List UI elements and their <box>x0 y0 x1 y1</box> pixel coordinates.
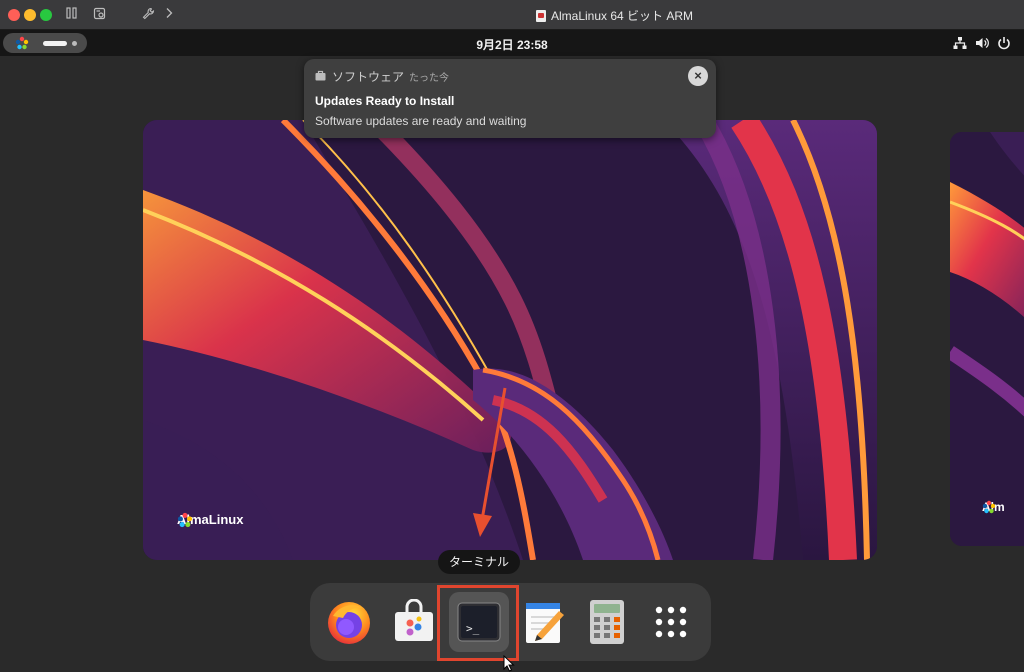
almalinux-logo-icon <box>177 512 193 528</box>
almalinux-wordmark: AlmaLinux <box>177 512 243 528</box>
clock[interactable]: 9月2日 23:58 <box>0 36 1024 53</box>
wallpaper-next <box>950 132 1024 546</box>
wallpaper <box>143 120 877 560</box>
power-icon[interactable] <box>997 36 1011 50</box>
calculator-icon <box>590 600 624 644</box>
snapshot-icon[interactable] <box>93 7 106 24</box>
dash-item-software[interactable] <box>384 592 444 652</box>
dash-item-text-editor[interactable] <box>514 592 574 652</box>
almalinux-logo-icon <box>982 500 996 514</box>
document-icon <box>536 9 546 22</box>
window-title-text: AlmaLinux 64 ビット ARM <box>551 9 694 23</box>
notification-title: Updates Ready to Install <box>315 94 455 108</box>
software-store-icon <box>395 599 433 641</box>
text-editor-icon <box>526 603 564 643</box>
annotation-arrow-icon <box>473 387 507 537</box>
notification-time: たった今 <box>409 73 449 84</box>
volume-icon[interactable] <box>975 36 989 50</box>
notification-close-button[interactable]: × <box>688 66 708 86</box>
dash-item-firefox[interactable] <box>319 592 379 652</box>
zoom-window-button[interactable] <box>40 9 52 21</box>
almalinux-wordmark-next: Alm <box>982 500 1005 514</box>
dash-tooltip: ターミナル <box>438 550 521 574</box>
notification-app-name: ソフトウェア <box>332 70 405 84</box>
app-grid-icon <box>655 606 687 638</box>
window-title: AlmaLinux 64 ビット ARM <box>536 7 693 24</box>
software-bag-icon <box>315 70 326 81</box>
workspace-thumbnail-next[interactable]: Alm <box>950 132 1024 546</box>
mouse-cursor-icon <box>503 655 515 672</box>
close-window-button[interactable] <box>8 9 20 21</box>
vm-window-titlebar: AlmaLinux 64 ビット ARM <box>0 0 1024 30</box>
wrench-icon[interactable] <box>142 7 155 24</box>
annotation-highlight-box <box>437 585 519 661</box>
chevron-right-icon[interactable] <box>165 7 173 23</box>
dash-item-calculator[interactable] <box>577 592 637 652</box>
dash-item-show-apps[interactable] <box>641 592 701 652</box>
workspace-thumbnail[interactable]: AlmaLinux <box>143 120 877 560</box>
update-notification[interactable]: ソフトウェア たった今 × Updates Ready to Install S… <box>304 59 716 138</box>
minimize-window-button[interactable] <box>24 9 36 21</box>
network-icon[interactable] <box>953 36 967 50</box>
notification-body: Software updates are ready and waiting <box>315 114 527 128</box>
gnome-top-bar: 9月2日 23:58 <box>0 30 1024 56</box>
firefox-icon <box>328 602 370 644</box>
pause-icon[interactable] <box>66 7 77 23</box>
